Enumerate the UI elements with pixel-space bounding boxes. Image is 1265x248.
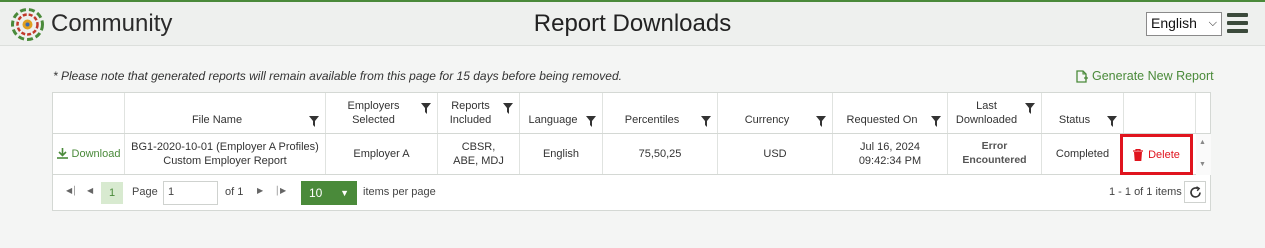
filter-icon[interactable] <box>931 116 941 127</box>
last-page-icon[interactable]: │▶ <box>275 186 286 195</box>
download-icon <box>56 148 68 160</box>
filter-icon[interactable] <box>701 116 711 127</box>
employers-cell: Employer A <box>326 134 438 174</box>
pager: ◀│ ◀ 1 Page 1 of 1 ▶ │▶ 10 ▼ items per p… <box>53 175 1210 211</box>
hamburger-menu-icon[interactable] <box>1227 13 1248 33</box>
filter-icon[interactable] <box>1025 103 1035 114</box>
header-reports[interactable]: Reports Included <box>438 93 520 133</box>
language-cell: English <box>520 134 603 174</box>
header-employers-label: Employers Selected <box>347 99 400 126</box>
chevron-down-icon: ⌵ <box>1208 17 1217 29</box>
page-size-value: 10 <box>309 186 323 200</box>
language-select[interactable]: English ⌵ <box>1146 12 1222 36</box>
reports-cell: CBSR, ABE, MDJ <box>438 134 520 174</box>
pager-summary: 1 - 1 of 1 items <box>1109 186 1182 198</box>
page-title: Report Downloads <box>533 10 732 37</box>
header-employers[interactable]: Employers Selected <box>326 93 438 133</box>
refresh-button[interactable] <box>1184 181 1206 203</box>
header-reports-label: Reports Included <box>449 99 492 126</box>
generate-new-report-label: Generate New Report <box>1092 69 1214 83</box>
top-bar: Community Report Downloads English ⌵ <box>0 0 1265 46</box>
trash-icon <box>1133 148 1144 161</box>
language-select-value: English <box>1151 15 1197 31</box>
page-size-select[interactable]: 10 ▼ <box>301 181 357 205</box>
scroll-down-icon[interactable]: ▼ <box>1199 161 1206 168</box>
first-page-icon[interactable]: ◀│ <box>66 186 77 195</box>
filter-icon[interactable] <box>421 103 431 114</box>
file-name-cell: BG1-2020-10-01 (Employer A Profiles) Cus… <box>125 134 326 174</box>
header-delete-column <box>1124 93 1196 133</box>
filter-icon[interactable] <box>503 103 513 114</box>
delete-button[interactable]: Delete <box>1120 134 1193 175</box>
header-percentiles[interactable]: Percentiles <box>603 93 718 133</box>
grid-header-row: File Name Employers Selected Reports Inc… <box>53 93 1210 134</box>
header-requested-on[interactable]: Requested On <box>833 93 948 133</box>
last-downloaded-cell: Error Encountered <box>948 134 1042 174</box>
header-last-downloaded-label: Last Downloaded <box>955 99 1018 126</box>
previous-page-icon[interactable]: ◀ <box>87 186 93 195</box>
retention-note: * Please note that generated reports wil… <box>53 69 622 83</box>
page-count-label: of 1 <box>225 186 244 198</box>
reports-grid: File Name Employers Selected Reports Inc… <box>52 92 1211 211</box>
next-page-icon[interactable]: ▶ <box>257 186 263 195</box>
download-label: Download <box>71 147 121 160</box>
filter-icon[interactable] <box>1107 116 1117 127</box>
new-document-icon <box>1076 69 1088 83</box>
header-last-downloaded[interactable]: Last Downloaded <box>948 93 1042 133</box>
items-per-page-label: items per page <box>363 186 436 198</box>
currency-cell: USD <box>718 134 833 174</box>
header-currency-label: Currency <box>744 113 790 126</box>
caret-down-icon: ▼ <box>340 188 349 198</box>
percentiles-cell: 75,50,25 <box>603 134 718 174</box>
table-row: Download BG1-2020-10-01 (Employer A Prof… <box>53 134 1210 175</box>
header-language-label: Language <box>528 113 578 126</box>
page-number-input[interactable]: 1 <box>163 181 218 205</box>
refresh-icon <box>1189 185 1201 198</box>
header-language[interactable]: Language <box>520 93 603 133</box>
scroll-up-icon[interactable]: ▲ <box>1199 139 1206 146</box>
filter-icon[interactable] <box>309 116 319 127</box>
header-file-name-label: File Name <box>191 113 243 126</box>
header-requested-on-label: Requested On <box>846 113 918 126</box>
page-label: Page <box>132 186 158 198</box>
delete-label: Delete <box>1148 148 1180 161</box>
header-percentiles-label: Percentiles <box>624 113 680 126</box>
status-cell: Completed <box>1042 134 1124 174</box>
vertical-scrollbar[interactable]: ▲ ▼ <box>1196 134 1211 175</box>
download-cell: Download <box>53 134 125 174</box>
download-link[interactable]: Download <box>56 147 121 161</box>
current-page-button[interactable]: 1 <box>101 182 123 204</box>
header-status[interactable]: Status <box>1042 93 1124 133</box>
header-action-column <box>53 93 125 133</box>
requested-on-cell: Jul 16, 2024 09:42:34 PM <box>833 134 948 174</box>
header-status-label: Status <box>1058 113 1091 126</box>
filter-icon[interactable] <box>816 116 826 127</box>
header-file-name[interactable]: File Name <box>125 93 326 133</box>
filter-icon[interactable] <box>586 116 596 127</box>
generate-new-report-link[interactable]: Generate New Report <box>1076 69 1214 83</box>
header-currency[interactable]: Currency <box>718 93 833 133</box>
